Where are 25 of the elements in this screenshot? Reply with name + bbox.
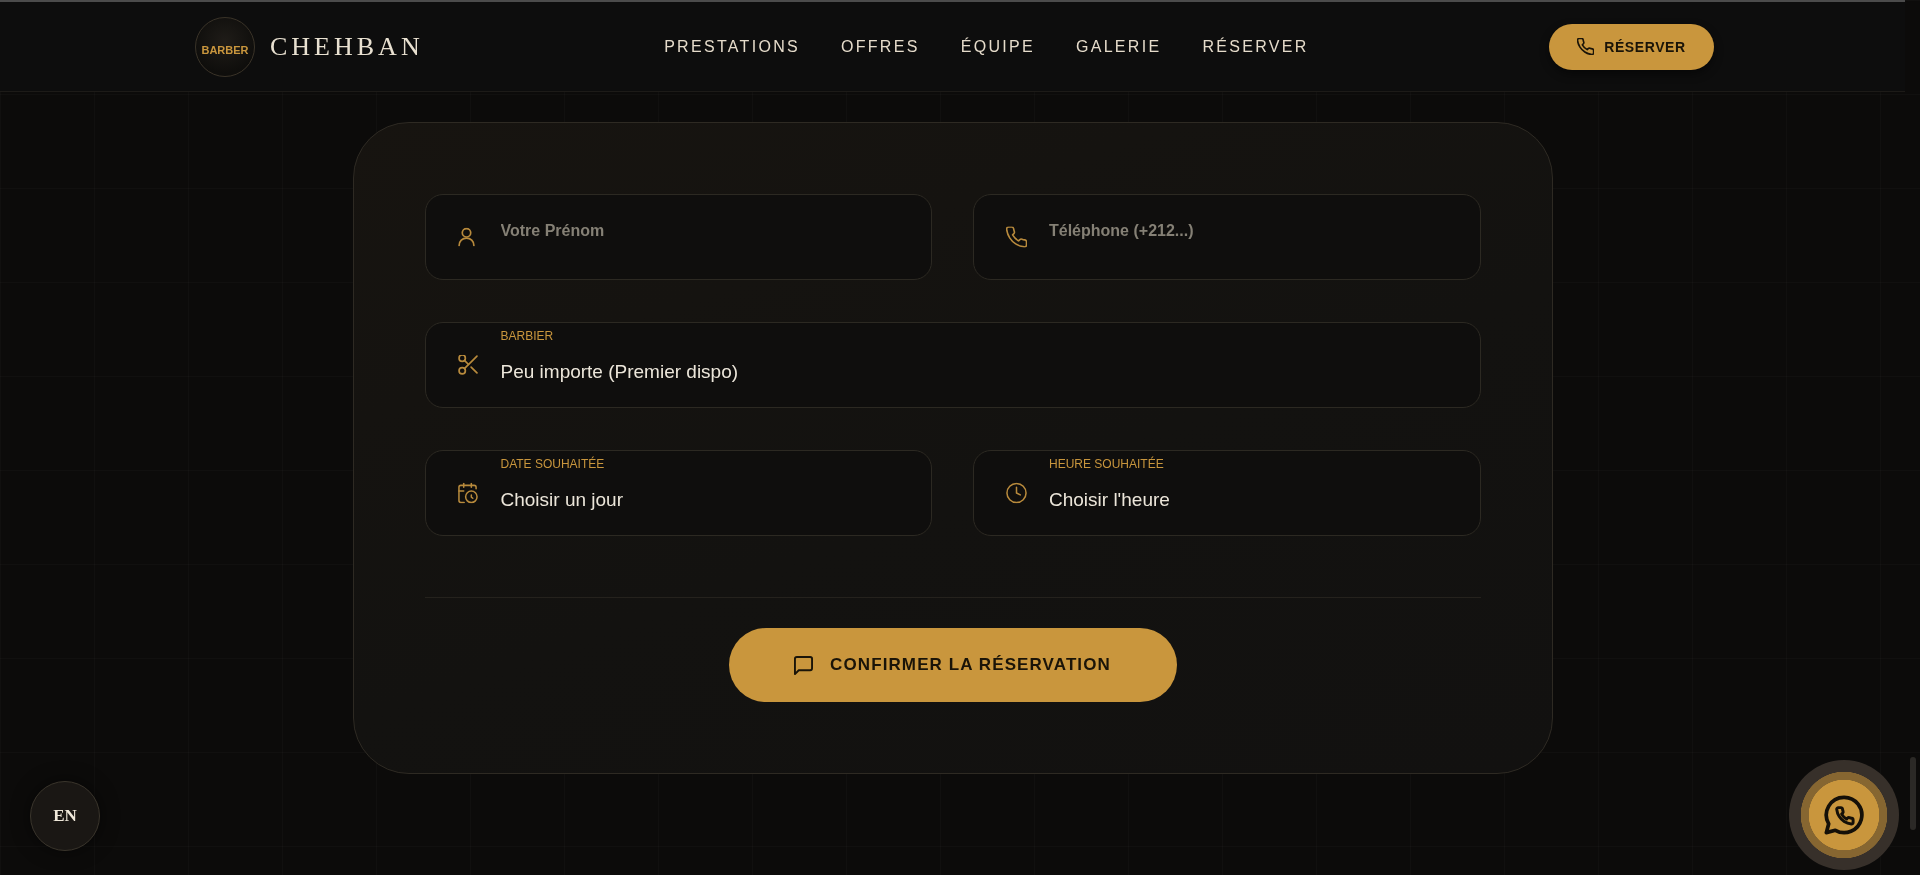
reserve-button[interactable]: RÉSERVER bbox=[1549, 23, 1714, 70]
scissors-icon bbox=[457, 355, 478, 375]
phone-icon bbox=[1577, 38, 1595, 55]
nav-link[interactable]: RÉSERVER bbox=[1202, 37, 1309, 56]
first-name-field[interactable]: Votre Prénom bbox=[424, 194, 932, 280]
calendar-clock-icon bbox=[457, 482, 478, 504]
scrollbar-thumb[interactable] bbox=[1909, 757, 1916, 830]
barber-select[interactable]: BARBIER Peu importe (Premier dispo) bbox=[424, 322, 1481, 408]
logo-text: BARBER bbox=[201, 43, 249, 56]
nav-link[interactable]: ÉQUIPE bbox=[960, 37, 1035, 56]
confirm-booking-button[interactable]: CONFIRMER LA RÉSERVATION bbox=[728, 628, 1177, 702]
clock-icon bbox=[1006, 482, 1027, 504]
nav-link[interactable]: GALERIE bbox=[1075, 37, 1162, 56]
language-button[interactable]: EN bbox=[30, 781, 100, 851]
time-select[interactable]: HEURE SOUHAITÉE Choisir l'heure bbox=[973, 450, 1481, 536]
user-icon bbox=[457, 227, 475, 247]
brand-name[interactable]: CHEHBAN bbox=[270, 31, 424, 62]
date-select[interactable]: DATE SOUHAITÉE Choisir un jour bbox=[424, 450, 932, 536]
message-icon bbox=[794, 655, 814, 675]
nav-link[interactable]: OFFRES bbox=[840, 37, 920, 56]
speech-bubble-phone-icon bbox=[1824, 795, 1864, 835]
phone-field[interactable]: Téléphone (+212...) bbox=[973, 194, 1481, 280]
phone-icon bbox=[1006, 226, 1027, 248]
nav-link[interactable]: PRESTATIONS bbox=[664, 37, 800, 56]
logo-badge[interactable]: BARBER bbox=[195, 16, 255, 77]
